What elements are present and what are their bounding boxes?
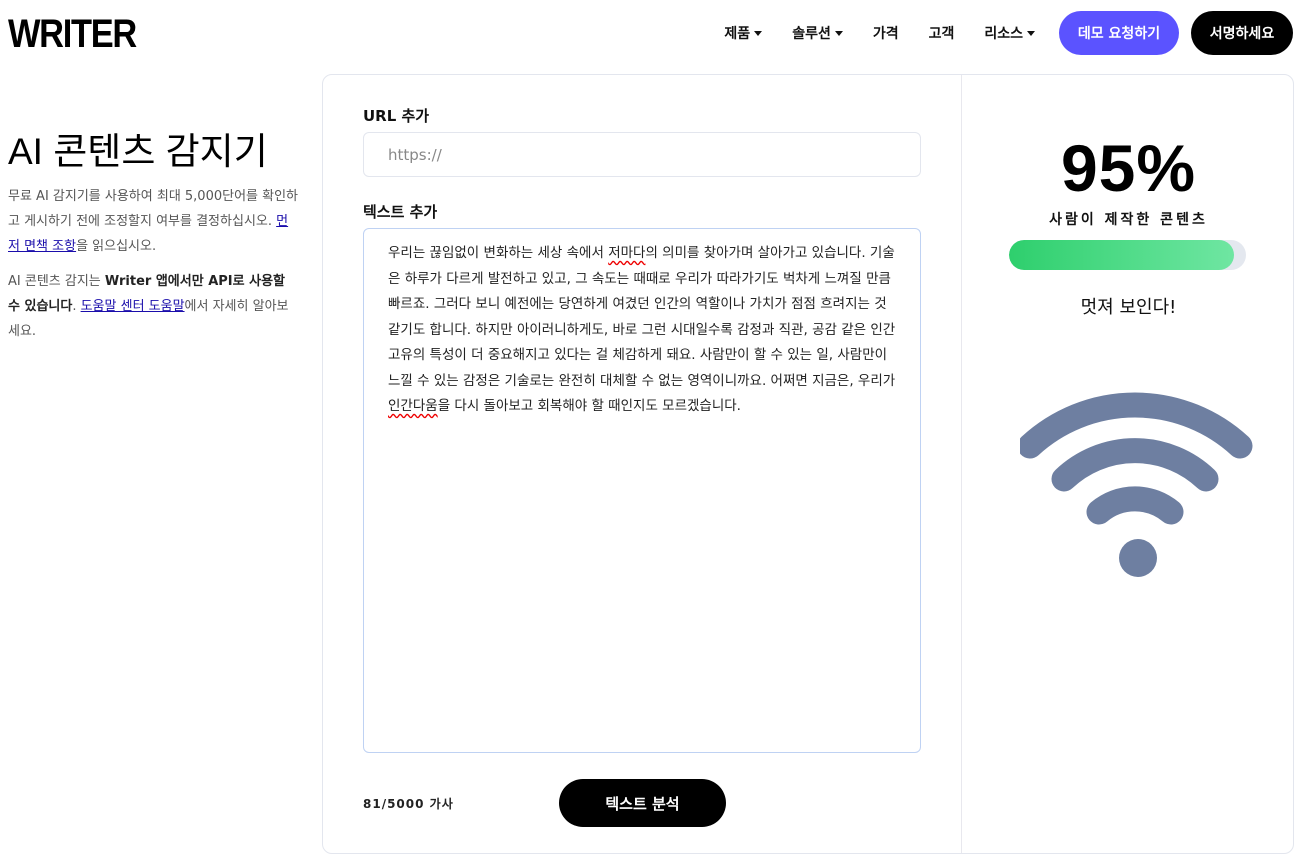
nav-item-label: 제품 (724, 26, 751, 42)
nav-item-label: 고객 (928, 26, 955, 42)
top-nav: 제품 솔루션 가격 고객 리소스 데모 요청하기 서명하세요 (724, 10, 1293, 56)
wifi-arc-middle (1051, 438, 1219, 492)
nav-item-customers[interactable]: 고객 (929, 23, 955, 43)
nav-item-solutions[interactable]: 솔루션 (792, 23, 843, 43)
page-title: AI 콘텐츠 감지기 (8, 131, 268, 172)
intro-paragraph: 무료 AI 감지기를 사용하여 최대 5,000단어를 확인하고 게시하기 전에… (8, 184, 300, 259)
misspelled-word: 저마다 (608, 245, 646, 261)
text-content: 우리는 끊임없이 변화하는 세상 속에서 (388, 245, 609, 261)
result-panel: 95% 사람이 제작한 콘텐츠 멋져 보인다! (962, 75, 1295, 853)
wifi-dot (1119, 539, 1157, 577)
url-label: URL 추가 (363, 107, 430, 125)
wifi-icon (1020, 392, 1253, 577)
text-label: 텍스트 추가 (363, 203, 438, 221)
human-content-label: 사람이 제작한 콘텐츠 (1049, 212, 1208, 228)
text-content: 을 다시 돌아보고 회복해야 할 때인지도 모르겠습니다. (437, 398, 741, 414)
detector-card: URL 추가 텍스트 추가 우리는 끊임없이 변화하는 세상 속에서 저마다의 … (322, 74, 1294, 854)
text-content: 의 의미를 찾아가며 살아가고 있습니다. 기술은 하루가 다르게 발전하고 있… (388, 245, 896, 389)
verdict-text: 멋져 보인다! (1080, 297, 1177, 318)
text-input[interactable]: 우리는 끊임없이 변화하는 세상 속에서 저마다의 의미를 찾아가며 살아가고 … (363, 228, 921, 753)
request-demo-button[interactable]: 데모 요청하기 (1059, 11, 1179, 55)
score-progress-bar (1009, 240, 1246, 270)
nav-item-label: 리소스 (984, 26, 1023, 42)
nav-item-label: 솔루션 (792, 26, 831, 42)
wifi-arc-inner (1086, 486, 1184, 525)
url-input[interactable] (363, 132, 921, 177)
analyze-text-button[interactable]: 텍스트 분석 (559, 779, 726, 827)
chevron-down-icon (754, 30, 763, 36)
api-text: . (72, 299, 81, 314)
api-paragraph: AI 콘텐츠 감지는 Writer 앱에서만 API로 사용할 수 있습니다. … (8, 269, 300, 344)
writer-logo[interactable]: WRITER (8, 12, 137, 56)
nav-item-products[interactable]: 제품 (724, 23, 763, 43)
nav-item-resources[interactable]: 리소스 (984, 23, 1035, 43)
intro-text: 을 읽으십시오. (76, 239, 157, 254)
help-center-link[interactable]: 도움말 센터 도움말 (81, 299, 185, 314)
chevron-down-icon (834, 30, 843, 36)
misspelled-word: 인간다움 (388, 398, 438, 414)
signup-button[interactable]: 서명하세요 (1191, 11, 1293, 55)
word-count: 81/5000 가사 (363, 797, 454, 811)
human-score: 95% (1060, 131, 1197, 205)
api-text: AI 콘텐츠 감지는 (8, 274, 105, 289)
chevron-down-icon (1027, 30, 1035, 36)
nav-item-pricing[interactable]: 가격 (873, 23, 899, 43)
score-progress-fill (1009, 240, 1235, 270)
nav-item-label: 가격 (872, 26, 899, 42)
intro-text: 무료 AI 감지기를 사용하여 최대 5,000단어를 확인하고 게시하기 전에… (8, 189, 299, 229)
intro-section: AI 콘텐츠 감지기 무료 AI 감지기를 사용하여 최대 5,000단어를 확… (8, 128, 300, 354)
